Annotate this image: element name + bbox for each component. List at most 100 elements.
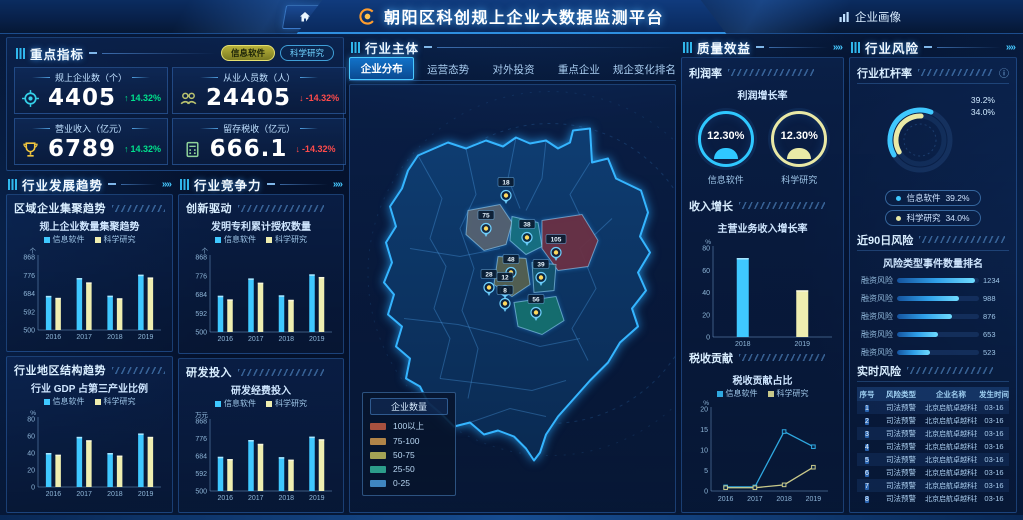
chart-title: 主营业务收入增长率 <box>689 220 836 235</box>
risk-table-row[interactable]: 3司法预警北京启航卓越科技有限公司03-16 <box>857 427 1009 440</box>
risk-table-row[interactable]: 1司法预警北京启航卓越科技有限公司03-16 <box>857 401 1009 414</box>
dev-trend-more-button[interactable]: »» <box>162 179 171 190</box>
svg-text:2016: 2016 <box>217 495 233 502</box>
donut-value-labels: 39.2% 34.0% <box>971 94 995 118</box>
gauge-label: 科学研究 <box>781 173 817 186</box>
card-title: 行业地区结构趋势 <box>14 362 106 378</box>
risk-table-row[interactable]: 7司法预警北京启航卓越科技有限公司03-16 <box>857 479 1009 492</box>
svg-text:60: 60 <box>27 434 35 441</box>
quality-more-button[interactable]: »» <box>833 42 842 53</box>
svg-text:18: 18 <box>502 179 510 186</box>
svg-text:20: 20 <box>700 407 708 414</box>
bar <box>55 298 61 330</box>
svg-text:0: 0 <box>704 489 708 496</box>
risk-table-row[interactable]: 5司法预警北京启航卓越科技有限公司03-16 <box>857 453 1009 466</box>
map-tab-bar: 企业分布运营态势对外投资重点企业规企变化排名 <box>349 57 676 81</box>
bar <box>46 453 52 487</box>
risk-card: 行业杠杆率 ⓘ 39.2% 34.0% <box>849 57 1017 513</box>
risk-more-button[interactable]: »» <box>1006 42 1015 53</box>
section-bars-icon <box>8 179 17 190</box>
competitiveness-more-button[interactable]: »» <box>333 179 342 190</box>
svg-text:776: 776 <box>195 436 207 443</box>
enterprise-count-icon <box>21 89 40 108</box>
risk-table-row[interactable]: 6司法预警北京启航卓越科技有限公司03-16 <box>857 466 1009 479</box>
tab-change-ranking[interactable]: 规企变化排名 <box>613 59 676 80</box>
risk-table-row[interactable]: 8司法预警北京启航卓越科技有限公司03-16 <box>857 492 1009 505</box>
legend-pill-info-software: 信息软件 39.2% <box>885 190 980 206</box>
patents-bar-chart: 信息软件科学研究500592684776868个2016201720182019 <box>186 234 336 348</box>
quality-card: 利润率 利润增长率 12.30% 信息软件 12.30% <box>681 57 844 513</box>
leverage-value: 39.2% <box>971 94 995 106</box>
stat-card-revenue: 营业收入（亿元） 6789 ↑14.32% <box>14 118 168 165</box>
tab-operation-status[interactable]: 运营态势 <box>416 59 479 80</box>
gdp-share-bar-chart: 信息软件科学研究020406080%2016201720182019 <box>14 396 165 507</box>
filter-info-software[interactable]: 信息软件 <box>221 45 275 61</box>
risk-table-row[interactable]: 2司法预警北京启航卓越科技有限公司03-16 <box>857 414 1009 427</box>
svg-text:2016: 2016 <box>46 491 62 498</box>
info-icon[interactable]: ⓘ <box>999 65 1009 80</box>
svg-text:2017: 2017 <box>76 334 92 341</box>
svg-text:592: 592 <box>23 309 35 316</box>
down-arrow-icon: ↓ <box>299 93 304 103</box>
gauge-mound <box>787 148 811 159</box>
tab-outbound-investment[interactable]: 对外投资 <box>482 59 545 80</box>
stat-label: 规上企业数（个） <box>21 70 161 85</box>
svg-text:%: % <box>30 410 36 417</box>
bar <box>279 457 285 491</box>
legend-label: 信息软件 <box>906 192 940 204</box>
svg-text:80: 80 <box>27 417 35 424</box>
svg-text:2017: 2017 <box>248 495 264 502</box>
chart-title: 规上企业数量集聚趋势 <box>14 218 165 233</box>
risk-type-ranking-chart: 融资风险1234融资风险988融资风险876融资风险653融资风险523 <box>857 271 1009 361</box>
tax-contribution-line-chart: 信息软件科学研究05101520%2016201720182019 <box>689 388 836 508</box>
map-legend: 企业数量 100以上75-10050-7525-500-25 <box>362 392 456 496</box>
legend-value: 39.2% <box>945 193 969 203</box>
realtime-risk-table: 序号风险类型企业名称发生时间1司法预警北京启航卓越科技有限公司03-162司法预… <box>857 387 1009 505</box>
quality-title: 质量效益 <box>697 38 751 57</box>
risk-table-row[interactable]: 4司法预警北京启航卓越科技有限公司03-16 <box>857 440 1009 453</box>
svg-text:592: 592 <box>195 471 207 478</box>
dev-trend-title: 行业发展趋势 <box>22 175 103 194</box>
bar <box>309 437 315 491</box>
tab-enterprise-distribution[interactable]: 企业分布 <box>349 57 414 80</box>
svg-text:75: 75 <box>482 212 490 219</box>
svg-text:%: % <box>703 400 709 407</box>
stat-value: 24405 <box>206 85 291 111</box>
bar <box>148 277 154 330</box>
svg-text:个: 个 <box>202 247 209 255</box>
section-bars-icon <box>16 48 25 59</box>
stat-label: 营业收入（亿元） <box>21 121 161 136</box>
card-rd-investment: 研发投入 研发经费投入 信息软件科学研究500592684776868万元201… <box>178 358 344 513</box>
stat-delta: -14.32% <box>302 144 336 154</box>
bar <box>737 258 749 337</box>
svg-text:20: 20 <box>702 312 710 319</box>
profit-gauges: 12.30% 信息软件 12.30% 科学研究 <box>689 111 836 186</box>
risk-ranking-row: 融资风险653 <box>857 325 1009 343</box>
svg-text:2018: 2018 <box>735 341 751 348</box>
svg-text:500: 500 <box>23 328 35 335</box>
tab-key-enterprises[interactable]: 重点企业 <box>547 59 610 80</box>
section-line <box>102 53 216 54</box>
legend-title: 企业数量 <box>370 398 448 415</box>
revenue-trophy-icon <box>21 140 40 159</box>
svg-text:2018: 2018 <box>776 496 792 503</box>
gauge-value: 12.30% <box>707 130 744 142</box>
left-column: 重点指标 信息软件 科学研究 规上企业数（个） 4405 ↑14.32% <box>6 37 344 513</box>
footer-strip <box>0 515 1023 520</box>
bar <box>77 437 83 487</box>
industry-body-section: 行业主体 企业分布运营态势对外投资重点企业规企变化排名 <box>349 37 676 513</box>
nav-enterprise-portrait[interactable]: 企业画像 <box>824 5 915 29</box>
stat-card-enterprise-count: 规上企业数（个） 4405 ↑14.32% <box>14 67 168 114</box>
platform-logo-icon <box>359 8 376 25</box>
card-title: 创新驱动 <box>186 200 232 216</box>
svg-text:776: 776 <box>195 273 207 280</box>
svg-text:500: 500 <box>195 330 207 337</box>
stat-value: 6789 <box>48 136 116 162</box>
leverage-donut: 39.2% 34.0% <box>857 86 1009 188</box>
bar <box>258 283 264 332</box>
stat-value: 666.1 <box>210 136 288 162</box>
filter-sci-research[interactable]: 科学研究 <box>280 45 334 61</box>
leverage-legend: 信息软件 39.2% 科学研究 34.0% <box>857 190 1009 226</box>
data-point <box>812 465 816 469</box>
risk-ranking-row: 融资风险876 <box>857 307 1009 325</box>
